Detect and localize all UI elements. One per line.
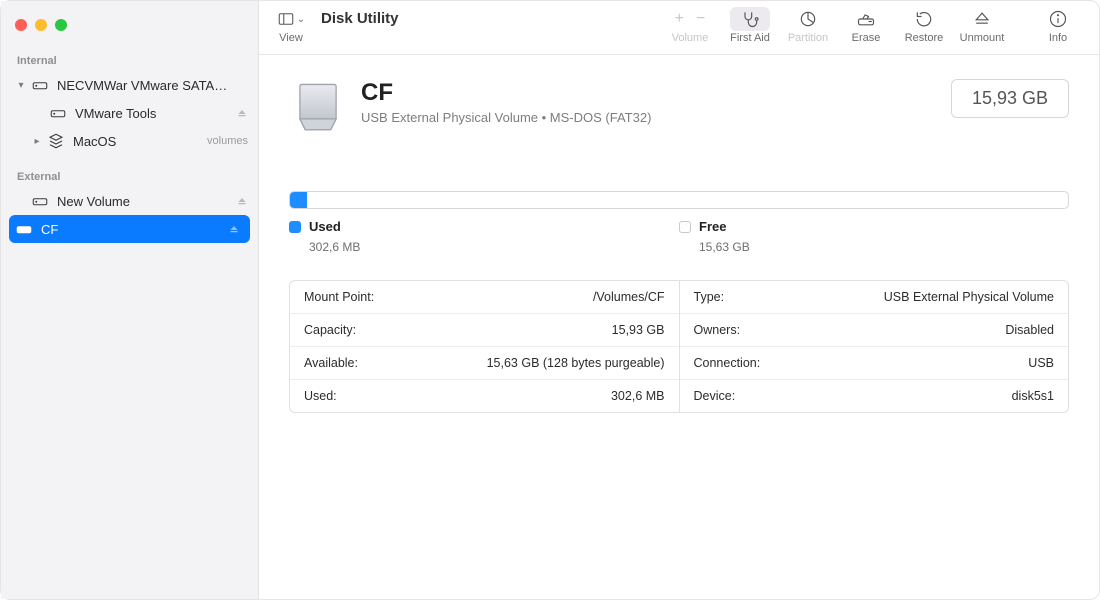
- volume-subtitle: USB External Physical Volume • MS-DOS (F…: [361, 110, 651, 125]
- stethoscope-icon: [740, 9, 760, 29]
- sidebar-layout-icon: [277, 10, 295, 28]
- eject-icon[interactable]: [236, 107, 248, 119]
- minus-icon: −: [696, 10, 705, 28]
- first-aid-button[interactable]: First Aid: [721, 7, 779, 44]
- info-key: Type:: [694, 290, 725, 304]
- toolbar-caption: View: [279, 32, 303, 44]
- close-window-button[interactable]: [15, 19, 27, 31]
- info-row: Capacity: 15,93 GB: [290, 314, 679, 347]
- toolbar-caption: Unmount: [960, 32, 1005, 44]
- info-row: Mount Point: /Volumes/CF: [290, 281, 679, 314]
- volume-name: CF: [361, 79, 651, 107]
- toolbar-caption: Volume: [672, 32, 709, 44]
- info-key: Connection:: [694, 356, 761, 370]
- capacity-badge: 15,93 GB: [951, 79, 1069, 118]
- info-key: Available:: [304, 356, 358, 370]
- toolbar-caption: Info: [1049, 32, 1067, 44]
- info-key: Owners:: [694, 323, 741, 337]
- sidebar: Internal ▾ NECVMWar VMware SATA… VMware …: [1, 1, 259, 599]
- info-row: Owners: Disabled: [680, 314, 1069, 347]
- view-menu-button[interactable]: ⌄ View: [271, 7, 311, 44]
- restore-icon: [914, 9, 934, 29]
- eject-icon[interactable]: [228, 223, 240, 235]
- info-value: Disabled: [1005, 323, 1054, 337]
- info-key: Used:: [304, 389, 337, 403]
- window-controls: [1, 9, 258, 49]
- toolbar-caption: First Aid: [730, 32, 770, 44]
- sidebar-item-label: CF: [41, 222, 224, 237]
- legend-free: Free: [679, 219, 1069, 234]
- toolbar-caption: Partition: [788, 32, 828, 44]
- info-icon: [1048, 9, 1068, 29]
- volume-stack-icon: [47, 132, 65, 150]
- sidebar-disk-necvmwar[interactable]: ▾ NECVMWar VMware SATA…: [1, 71, 258, 99]
- sidebar-section-external: External: [1, 165, 258, 187]
- pie-icon: [798, 9, 818, 29]
- legend-value: 15,63 GB: [699, 240, 1069, 254]
- hard-drive-icon: [15, 220, 33, 238]
- volume-add-remove: +− Volume: [659, 7, 721, 44]
- legend-value: 302,6 MB: [309, 240, 679, 254]
- sidebar-item-label: VMware Tools: [75, 106, 232, 121]
- info-value: USB: [1028, 356, 1054, 370]
- info-value: 15,93 GB: [612, 323, 665, 337]
- partition-button: Partition: [779, 7, 837, 44]
- volume-info-table: Mount Point: /Volumes/CF Capacity: 15,93 G…: [289, 280, 1069, 413]
- eject-icon: [972, 9, 992, 29]
- hard-drive-icon: [31, 192, 49, 210]
- sidebar-item-label: NECVMWar VMware SATA…: [57, 78, 248, 93]
- legend-label: Used: [309, 219, 341, 234]
- usage-bar: [289, 191, 1069, 209]
- sidebar-volume-new-volume[interactable]: New Volume: [1, 187, 258, 215]
- zoom-window-button[interactable]: [55, 19, 67, 31]
- legend-used: Used: [289, 219, 679, 234]
- erase-icon: [855, 9, 877, 29]
- info-row: Type: USB External Physical Volume: [680, 281, 1069, 314]
- usage-used-segment: [290, 192, 307, 208]
- sidebar-volume-cf[interactable]: CF: [9, 215, 250, 243]
- toolbar-caption: Restore: [905, 32, 944, 44]
- swatch-used: [289, 221, 301, 233]
- info-key: Capacity:: [304, 323, 356, 337]
- info-key: Mount Point:: [304, 290, 374, 304]
- hard-drive-icon: [49, 104, 67, 122]
- info-value: 15,63 GB (128 bytes purgeable): [487, 356, 665, 370]
- info-row: Connection: USB: [680, 347, 1069, 380]
- info-key: Device:: [694, 389, 736, 403]
- restore-button[interactable]: Restore: [895, 7, 953, 44]
- minimize-window-button[interactable]: [35, 19, 47, 31]
- sidebar-item-label: New Volume: [57, 194, 232, 209]
- window-title: Disk Utility: [321, 10, 399, 27]
- swatch-free: [679, 221, 691, 233]
- legend-label: Free: [699, 219, 726, 234]
- unmount-button[interactable]: Unmount: [953, 7, 1011, 44]
- chevron-down-icon: ⌄: [297, 14, 305, 25]
- toolbar-caption: Erase: [852, 32, 881, 44]
- info-value: 302,6 MB: [611, 389, 665, 403]
- eject-icon[interactable]: [236, 195, 248, 207]
- sidebar-item-label: MacOS: [73, 134, 203, 149]
- sidebar-container-macos[interactable]: ▸ MacOS volumes: [1, 127, 258, 155]
- toolbar: ⌄ View Disk Utility +− Volume First Aid …: [259, 1, 1099, 55]
- info-value: USB External Physical Volume: [884, 290, 1054, 304]
- info-value: disk5s1: [1012, 389, 1054, 403]
- chevron-down-icon[interactable]: ▾: [15, 80, 27, 91]
- info-row: Device: disk5s1: [680, 380, 1069, 412]
- external-disk-icon: [289, 79, 347, 137]
- erase-button[interactable]: Erase: [837, 7, 895, 44]
- sidebar-section-internal: Internal: [1, 49, 258, 71]
- sidebar-item-suffix: volumes: [207, 135, 248, 147]
- info-row: Available: 15,63 GB (128 bytes purgeable): [290, 347, 679, 380]
- info-value: /Volumes/CF: [593, 290, 665, 304]
- chevron-right-icon[interactable]: ▸: [31, 136, 43, 147]
- hard-drive-icon: [31, 76, 49, 94]
- plus-icon: +: [675, 10, 684, 28]
- info-button[interactable]: Info: [1029, 7, 1087, 44]
- info-row: Used: 302,6 MB: [290, 380, 679, 412]
- sidebar-volume-vmware-tools[interactable]: VMware Tools: [1, 99, 258, 127]
